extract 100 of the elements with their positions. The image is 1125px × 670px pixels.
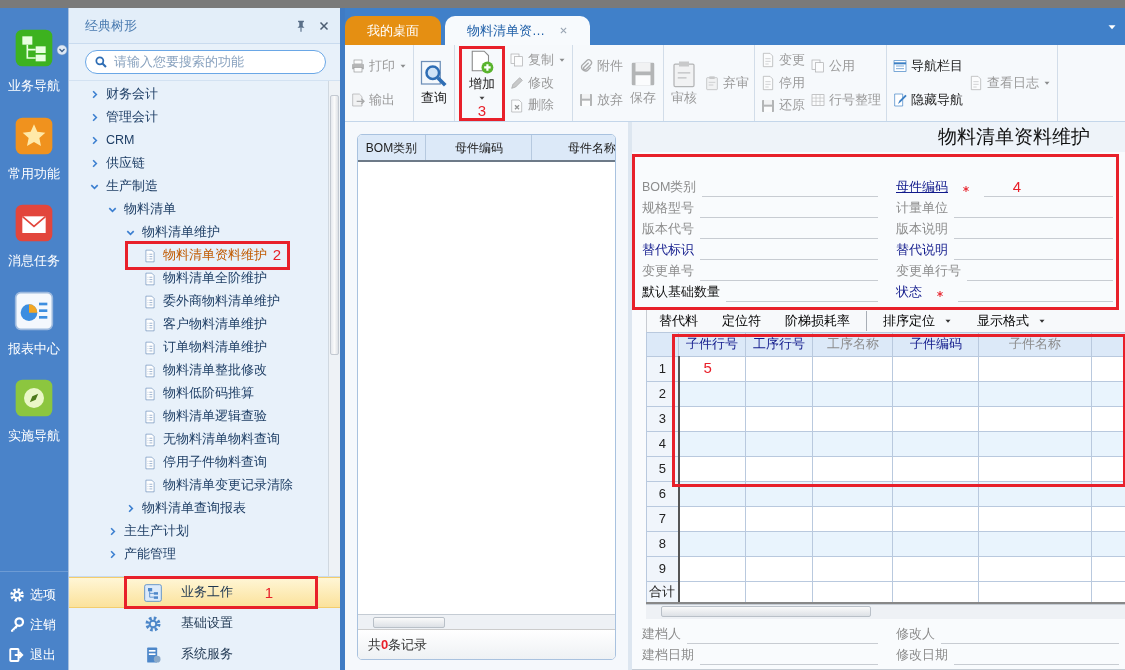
tree-item[interactable]: 生产制造 [69,175,328,198]
callout-number: 4 [1012,179,1021,194]
column-header[interactable]: 母件编码 [426,135,532,160]
table-row[interactable]: 2 [646,381,1125,407]
section-button[interactable]: 系统服务 [69,639,340,670]
toolbar-button[interactable]: 导航栏目 [891,56,964,76]
vertical-scrollbar[interactable] [328,81,340,576]
table-row[interactable]: 9 [646,556,1125,582]
form-title: 物料清单资料维护 [938,124,1090,149]
column-header[interactable]: 工序行号 [745,332,813,357]
toolbar-button[interactable]: 阶梯损耗率 [773,311,862,331]
search-field[interactable]: 请输入您要搜索的功能 [85,50,326,74]
document-icon [143,454,157,471]
pencil-icon [509,75,525,91]
tree-item[interactable]: 管理会计 [69,106,328,129]
tree-item[interactable]: 物料清单逻辑查验 [69,405,328,428]
key-icon [8,616,26,634]
navigation-item[interactable]: 报表中心 [0,290,68,358]
tree-item[interactable]: 物料清单整批修改 [69,359,328,382]
field-label: 规格型号 [642,200,694,218]
tree-item[interactable]: 产能管理 [69,543,328,566]
field-label: BOM类别 [642,179,697,197]
table-row[interactable]: 3 [646,406,1125,432]
copy-icon [509,52,525,69]
toolbar-button[interactable]: 增加 [468,48,496,104]
navigation-item[interactable]: 常用功能 [0,115,68,183]
tree-view-icon [142,582,163,603]
callout-number: 1 [264,585,273,600]
callout-number: 5 [702,359,712,375]
tree-item[interactable]: 供应链 [69,152,328,175]
toolbar-button[interactable]: 定位符 [710,311,773,331]
callout-number: 3 [477,103,487,119]
add-document-icon [469,48,495,75]
document-icon [968,75,984,91]
column-header[interactable]: 子件编码 [892,332,979,357]
dropdown-icon[interactable] [56,44,68,56]
tree-item[interactable]: 物料低阶码推算 [69,382,328,405]
field-label: 版本代号 [642,221,694,239]
field-label: 变更单号 [642,263,694,281]
exit-icon [8,646,26,664]
table-row[interactable]: 7 [646,506,1125,532]
field-label: 修改人 [896,625,935,643]
navigation-item[interactable]: 注销 [0,610,64,640]
tree-item[interactable]: 物料清单查询报表 [69,497,328,520]
row-number: 6 [646,481,679,507]
tree-item[interactable]: 物料清单变更记录清除 [69,474,328,497]
tree-item[interactable]: 客户物料清单维护 [69,313,328,336]
document-icon [143,316,157,333]
toolbar-button[interactable]: 替代料 [647,311,710,331]
tree-item[interactable]: CRM [69,129,328,152]
tree-item[interactable]: 订单物料清单维护 [69,336,328,359]
tree-item[interactable]: 无物料清单物料查询 [69,428,328,451]
total-label: 合计 [646,581,679,603]
toolbar-button[interactable]: 查询 [418,58,450,108]
toolbar-button[interactable]: 显示格式 [965,311,1059,331]
document-icon [143,362,157,379]
tree-item[interactable]: 物料清单全阶维护 [69,267,328,290]
table-row[interactable]: 5 [646,456,1125,482]
table-row[interactable]: 4 [646,431,1125,457]
list-icon [892,58,908,74]
tree-item[interactable]: 物料清单 [69,198,328,221]
tab[interactable]: 物料清单资… [445,16,590,45]
record-count: 共0条记录 [368,635,428,654]
section-button[interactable]: 业务工作 1 [69,577,340,608]
clipboard-icon [704,75,720,91]
tree-item[interactable]: 财务会计 [69,83,328,106]
copy-icon [810,58,826,74]
tree-item[interactable]: 委外商物料清单维护 [69,290,328,313]
field-label[interactable]: 母件编码 [896,178,948,197]
toolbar-button[interactable]: 排序定位 [871,311,965,331]
tree-item[interactable]: 物料清单维护 [69,221,328,244]
row-number: 7 [646,506,679,532]
column-header[interactable]: 子件行号 [678,332,746,357]
field-label: 替代标识 [642,242,694,260]
field-label: 状态 [896,284,922,302]
document-icon [143,385,157,402]
section-button[interactable]: 基础设置 [69,608,340,639]
printer-icon [350,58,366,74]
horizontal-scrollbar[interactable] [358,614,615,629]
document-icon [143,339,157,356]
table-row[interactable]: 8 [646,531,1125,557]
navigation-item[interactable]: 消息任务 [0,203,68,271]
navigation-item[interactable]: 选项 [0,580,64,610]
tree-item[interactable]: 物料清单资料维护 2 [69,244,328,267]
navigation-item[interactable]: 退出 [0,640,64,670]
folder-tree-icon [14,28,54,68]
field-label: 建档日期 [642,646,694,664]
row-number: 9 [646,556,679,582]
close-icon[interactable] [318,19,330,32]
column-header[interactable]: BOM类别 [358,135,426,160]
document-icon [143,270,157,287]
tree-item[interactable]: 停用子件物料查询 [69,451,328,474]
delete-icon [509,97,525,114]
table-row[interactable]: 1 5 [646,356,1125,382]
tree-item[interactable]: 主生产计划 [69,520,328,543]
pie-chart-icon [14,290,54,331]
navigation-item[interactable]: 业务导航 [0,28,68,96]
search-icon [94,55,108,69]
navigation-item[interactable]: 实施导航 [0,378,68,446]
toolbar-button[interactable]: 隐藏导航 [891,90,964,110]
